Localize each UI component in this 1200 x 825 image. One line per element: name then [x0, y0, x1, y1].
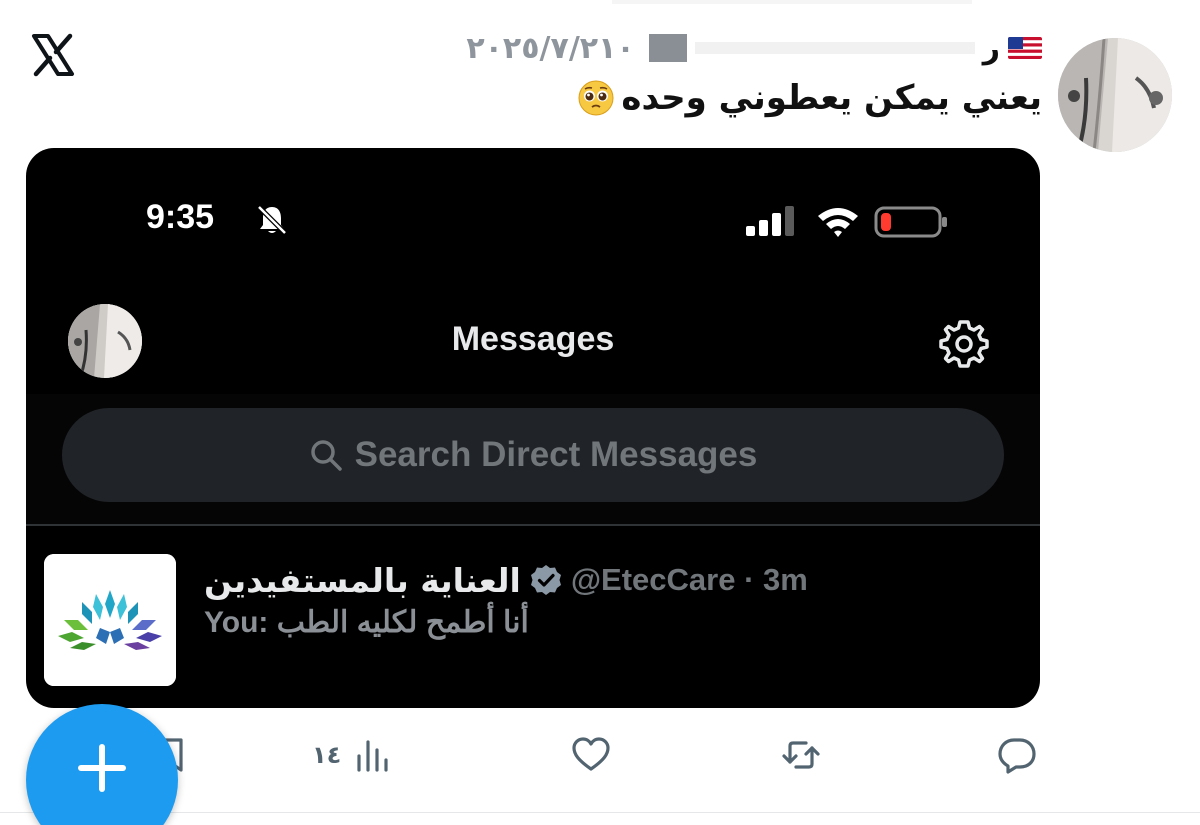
conversation-handle: @EtecCare · 3m [570, 562, 808, 597]
battery-low-icon [874, 206, 950, 238]
verified-badge-icon [529, 563, 563, 597]
search-icon [309, 438, 343, 472]
signal-icon [744, 206, 800, 236]
conversation-preview: You: أنا أطمح لكليه الطب [204, 605, 529, 639]
retweet-button[interactable] [780, 734, 822, 776]
author-name[interactable]: ر [983, 31, 1000, 66]
tweet-screenshot: ٢٠٢٥/٧/٢١٠ ر يعني يمكن يعطوني وحده 9:35 … [0, 0, 1200, 825]
like-icon [572, 737, 610, 771]
x-logo-icon[interactable] [28, 30, 78, 80]
wifi-icon [816, 204, 860, 238]
bell-slash-icon [254, 202, 290, 238]
gear-icon[interactable] [938, 318, 990, 370]
views-button[interactable]: ١٤ [312, 734, 393, 776]
redaction-block-light [694, 42, 975, 54]
retweet-icon [782, 741, 820, 769]
search-placeholder: Search Direct Messages [354, 435, 758, 474]
reply-icon [998, 738, 1036, 774]
tweet-header: ٢٠٢٥/٧/٢١٠ ر [466, 26, 1042, 70]
etec-logo-avatar[interactable] [44, 554, 176, 686]
conversation-header[interactable]: العناية بالمستفيدين @EtecCare · 3m [204, 558, 808, 602]
views-icon [357, 740, 388, 772]
plus-icon [78, 744, 126, 792]
pleading-face-icon [577, 79, 615, 117]
tweet-body: يعني يمكن يعطوني وحده [577, 78, 1042, 118]
embedded-screenshot: 9:35 Messages Search Direct Messages الع… [26, 148, 1040, 708]
page-title: Messages [451, 320, 615, 358]
divider [0, 812, 1200, 813]
author-avatar[interactable] [1058, 38, 1172, 152]
divider [26, 524, 1040, 526]
redaction-block [648, 34, 687, 62]
search-input[interactable]: Search Direct Messages [62, 408, 1004, 502]
reply-button[interactable] [996, 734, 1038, 776]
conversation-preview-row[interactable]: You: أنا أطمح لكليه الطب [204, 600, 529, 644]
status-time: 9:35 [146, 198, 215, 236]
tweet-text: يعني يمكن يعطوني وحده [621, 78, 1042, 118]
views-count: ١٤ [312, 741, 342, 769]
tweet-date: ٢٠٢٥/٧/٢١٠ [466, 30, 635, 66]
us-flag-icon [1008, 37, 1042, 59]
redaction-strip [612, 0, 972, 4]
like-button[interactable] [570, 734, 612, 776]
conversation-name: العناية بالمستفيدين [204, 560, 521, 600]
tweet-actions: ١٤ [0, 720, 1200, 790]
